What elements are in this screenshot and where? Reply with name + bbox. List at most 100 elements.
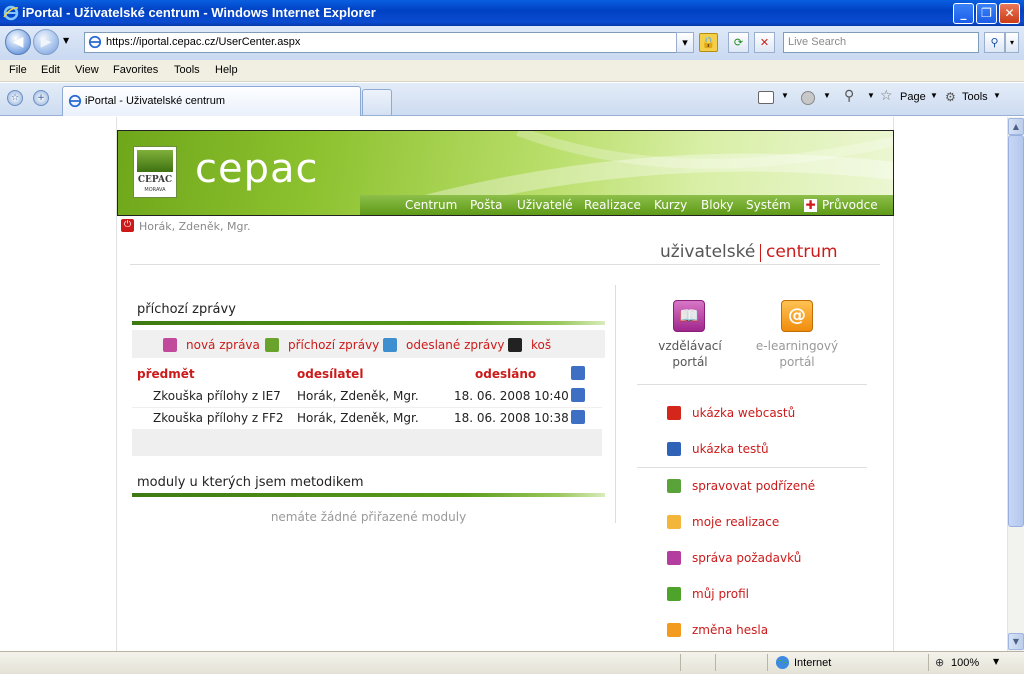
title-bar: iPortal - Uživatelské centrum - Windows …	[0, 0, 1024, 26]
link-password[interactable]: změna hesla	[692, 623, 768, 637]
edu-portal-line2[interactable]: portál	[640, 354, 740, 370]
book-icon[interactable]: 📖	[673, 300, 705, 332]
inbox-title: příchozí zprávy	[137, 302, 236, 317]
requests-icon[interactable]	[667, 551, 681, 565]
profile-icon[interactable]	[667, 587, 681, 601]
realization-icon[interactable]	[667, 515, 681, 529]
globe-icon	[775, 655, 790, 670]
feeds-dropdown-icon[interactable]: ▼	[781, 91, 789, 100]
col-sent[interactable]: odesláno	[475, 367, 536, 381]
logo-subtext: MORAVA	[144, 187, 166, 193]
nav-pruvodce[interactable]: Průvodce	[822, 198, 878, 212]
nav-bloky[interactable]: Bloky	[701, 198, 734, 212]
search-input[interactable]: Live Search	[783, 32, 979, 53]
link-subordinates[interactable]: spravovat podřízené	[692, 479, 815, 493]
attachment-icon[interactable]	[571, 388, 585, 402]
trash-link[interactable]: koš	[531, 338, 551, 352]
address-dropdown-icon[interactable]: ▾	[676, 32, 694, 53]
menu-view[interactable]: View	[75, 64, 99, 76]
link-profile[interactable]: můj profil	[692, 587, 749, 601]
message-subject[interactable]: Zkouška přílohy z IE7	[153, 389, 281, 403]
trash-icon[interactable]	[508, 338, 522, 352]
print-icon[interactable]: ⚲	[844, 88, 854, 104]
stop-button[interactable]: ✕	[754, 32, 775, 53]
read-mail-icon[interactable]	[801, 91, 815, 105]
cepac-logo[interactable]: CEPAC MORAVA	[133, 146, 177, 198]
logged-user: Horák, Zdeněk, Mgr.	[139, 220, 251, 233]
forward-button[interactable]: ▶	[33, 29, 59, 55]
feeds-icon[interactable]	[758, 91, 774, 104]
print-dropdown-icon[interactable]: ▼	[867, 91, 875, 100]
add-favorites-icon[interactable]: +	[33, 90, 49, 106]
subordinates-icon[interactable]	[667, 479, 681, 493]
scroll-up-icon[interactable]: ▲	[1008, 118, 1024, 135]
zoom-dropdown-icon[interactable]: ▼	[993, 657, 999, 666]
at-sign-icon[interactable]: @	[781, 300, 813, 332]
col-sender[interactable]: odesílatel	[297, 367, 363, 381]
message-date: 18. 06. 2008 10:38	[454, 411, 569, 425]
page-dropdown-icon[interactable]: ▼	[930, 91, 938, 100]
link-realizations[interactable]: moje realizace	[692, 515, 779, 529]
lock-icon[interactable]: 🔒	[699, 33, 718, 52]
tab-iportal[interactable]: iPortal - Uživatelské centrum	[62, 86, 361, 116]
mail-dropdown-icon[interactable]: ▼	[823, 91, 831, 100]
address-url[interactable]: https://iportal.cepac.cz/UserCenter.aspx	[106, 36, 300, 48]
divider	[637, 467, 867, 468]
tab-label: iPortal - Uživatelské centrum	[85, 95, 225, 107]
page-menu[interactable]: Page	[900, 91, 926, 103]
scroll-thumb[interactable]	[1008, 135, 1024, 527]
message-date: 18. 06. 2008 10:40	[454, 389, 569, 403]
brand-name: cepac	[195, 146, 319, 192]
new-message-link[interactable]: nová zpráva	[186, 338, 260, 352]
nav-uzivatele[interactable]: Uživatelé	[517, 198, 573, 212]
logout-icon[interactable]: ⏻	[121, 219, 134, 232]
test-icon[interactable]	[667, 442, 681, 456]
minimize-button[interactable]: _	[953, 3, 974, 24]
search-icon[interactable]: ⚲	[984, 32, 1005, 53]
nav-centrum[interactable]: Centrum	[405, 198, 457, 212]
attachment-icon[interactable]	[571, 410, 585, 424]
maximize-button[interactable]: ❐	[976, 3, 997, 24]
link-tests[interactable]: ukázka testů	[692, 442, 769, 456]
elearning-portal-line1[interactable]: e-learningový	[747, 338, 847, 354]
zoom-level[interactable]: 100%	[951, 657, 979, 669]
link-webcasts[interactable]: ukázka webcastů	[692, 406, 795, 420]
logo-field-icon	[137, 150, 173, 172]
refresh-button[interactable]: ⟳	[728, 32, 749, 53]
new-tab-button[interactable]	[362, 89, 392, 115]
nav-system[interactable]: Systém	[746, 198, 791, 212]
scroll-down-icon[interactable]: ▼	[1008, 633, 1024, 650]
page-icon	[68, 94, 82, 108]
menu-help[interactable]: Help	[215, 64, 238, 76]
sent-folder-icon[interactable]	[383, 338, 397, 352]
sent-link[interactable]: odeslané zprávy	[406, 338, 505, 352]
tools-menu[interactable]: Tools	[962, 91, 988, 103]
menu-favorites[interactable]: Favorites	[113, 64, 158, 76]
history-dropdown-icon[interactable]: ▼	[63, 36, 69, 45]
nav-posta[interactable]: Pošta	[470, 198, 502, 212]
menu-file[interactable]: File	[9, 64, 27, 76]
col-subject[interactable]: předmět	[137, 367, 195, 381]
divider	[130, 264, 880, 265]
nav-kurzy[interactable]: Kurzy	[654, 198, 687, 212]
inbox-folder-icon[interactable]	[265, 338, 279, 352]
inbox-link[interactable]: příchozí zprávy	[288, 338, 379, 352]
new-message-icon[interactable]	[163, 338, 177, 352]
favorites-center-icon[interactable]: ☆	[7, 90, 23, 106]
elearning-portal-line2[interactable]: portál	[747, 354, 847, 370]
modules-title: moduly u kterých jsem metodikem	[137, 475, 364, 490]
page-icon	[88, 35, 102, 49]
search-options-icon[interactable]: ▾	[1005, 32, 1019, 53]
menu-edit[interactable]: Edit	[41, 64, 60, 76]
menu-tools[interactable]: Tools	[174, 64, 200, 76]
back-button[interactable]: ◀	[5, 29, 31, 55]
message-sender: Horák, Zdeněk, Mgr.	[297, 411, 419, 425]
webcast-icon[interactable]	[667, 406, 681, 420]
message-subject[interactable]: Zkouška přílohy z FF2	[153, 411, 283, 425]
key-icon[interactable]	[667, 623, 681, 637]
nav-realizace[interactable]: Realizace	[584, 198, 641, 212]
link-requests[interactable]: správa požadavků	[692, 551, 801, 565]
close-window-button[interactable]: ✕	[999, 3, 1020, 24]
tools-dropdown-icon[interactable]: ▼	[993, 91, 1001, 100]
edu-portal-line1[interactable]: vzdělávací	[640, 338, 740, 354]
